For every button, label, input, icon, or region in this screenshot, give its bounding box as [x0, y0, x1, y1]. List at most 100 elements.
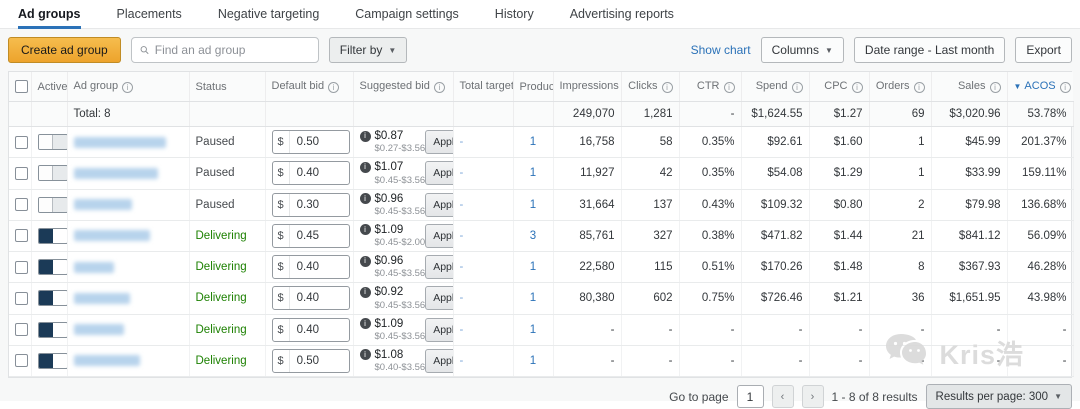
- active-toggle[interactable]: [38, 165, 68, 181]
- apply-button[interactable]: Apply: [425, 130, 453, 154]
- default-bid-input[interactable]: $: [272, 349, 350, 373]
- apply-button[interactable]: Apply: [425, 255, 453, 279]
- total-targets-link[interactable]: -: [460, 230, 464, 242]
- apply-button[interactable]: Apply: [425, 318, 453, 342]
- products-link[interactable]: 1: [530, 292, 536, 304]
- products-link[interactable]: 1: [530, 199, 536, 211]
- products-link[interactable]: 1: [530, 324, 536, 336]
- header-orders[interactable]: Ordersi: [869, 72, 931, 102]
- header-suggested_bid[interactable]: Suggested bidi: [353, 72, 453, 102]
- total-targets-link[interactable]: -: [460, 324, 464, 336]
- products-link[interactable]: 1: [530, 167, 536, 179]
- tab-placements[interactable]: Placements: [117, 0, 182, 29]
- row-checkbox[interactable]: [15, 261, 28, 274]
- products-link[interactable]: 3: [530, 230, 536, 242]
- tab-ad-groups[interactable]: Ad groups: [18, 0, 81, 29]
- export-button[interactable]: Export: [1015, 37, 1072, 63]
- date-range-button[interactable]: Date range - Last month: [854, 37, 1005, 63]
- columns-button[interactable]: Columns▼: [761, 37, 844, 63]
- create-ad-group-button[interactable]: Create ad group: [8, 37, 121, 63]
- active-toggle[interactable]: [38, 290, 68, 306]
- apply-button[interactable]: Apply: [425, 161, 453, 185]
- bid-value-input[interactable]: [290, 355, 340, 367]
- default-bid-input[interactable]: $: [272, 130, 350, 154]
- products-link[interactable]: 1: [530, 136, 536, 148]
- active-toggle[interactable]: [38, 228, 68, 244]
- tab-campaign-settings[interactable]: Campaign settings: [355, 0, 459, 29]
- tab-negative-targeting[interactable]: Negative targeting: [218, 0, 319, 29]
- bid-value-input[interactable]: [290, 292, 340, 304]
- header-clicks[interactable]: Clicksi: [621, 72, 679, 102]
- page-number-input[interactable]: [737, 385, 764, 408]
- ad-group-name[interactable]: [74, 262, 114, 273]
- ad-group-name[interactable]: [74, 199, 132, 210]
- ad-group-name[interactable]: [74, 168, 158, 179]
- tab-history[interactable]: History: [495, 0, 534, 29]
- apply-button[interactable]: Apply: [425, 349, 453, 373]
- header-sales[interactable]: Salesi: [931, 72, 1007, 102]
- ad-group-name[interactable]: [74, 355, 140, 366]
- row-checkbox[interactable]: [15, 323, 28, 336]
- select-all-checkbox[interactable]: [15, 80, 28, 93]
- total-targets-link[interactable]: -: [460, 167, 464, 179]
- header-impressions[interactable]: Impressionsi: [553, 72, 621, 102]
- total-targets-link[interactable]: -: [460, 292, 464, 304]
- total-targets-link[interactable]: -: [460, 199, 464, 211]
- header-total_targets[interactable]: Total targetsi: [453, 72, 513, 102]
- apply-button[interactable]: Apply: [425, 224, 453, 248]
- ad-group-name[interactable]: [74, 230, 150, 241]
- row-checkbox[interactable]: [15, 167, 28, 180]
- next-page-button[interactable]: ›: [802, 385, 824, 408]
- row-checkbox[interactable]: [15, 354, 28, 367]
- active-toggle[interactable]: [38, 134, 68, 150]
- header-cpc[interactable]: CPCi: [809, 72, 869, 102]
- total-targets-link[interactable]: -: [460, 136, 464, 148]
- ad-group-name[interactable]: [74, 137, 166, 148]
- prev-page-button[interactable]: ‹: [772, 385, 794, 408]
- search-box[interactable]: [131, 37, 319, 63]
- products-link[interactable]: 1: [530, 355, 536, 367]
- tab-advertising-reports[interactable]: Advertising reports: [570, 0, 674, 29]
- results-per-page-button[interactable]: Results per page: 300▼: [926, 384, 1072, 409]
- header-spend[interactable]: Spendi: [741, 72, 809, 102]
- default-bid-input[interactable]: $: [272, 286, 350, 310]
- search-input[interactable]: [155, 43, 310, 57]
- header-ctr[interactable]: CTRi: [679, 72, 741, 102]
- default-bid-input[interactable]: $: [272, 318, 350, 342]
- bid-value-input[interactable]: [290, 167, 340, 179]
- active-toggle[interactable]: [38, 322, 68, 338]
- row-checkbox[interactable]: [15, 229, 28, 242]
- header-checkbox[interactable]: [9, 72, 31, 102]
- header-status[interactable]: Status: [189, 72, 265, 102]
- bid-value-input[interactable]: [290, 136, 340, 148]
- active-toggle[interactable]: [38, 259, 68, 275]
- default-bid-input[interactable]: $: [272, 255, 350, 279]
- cell-acos: 159.11%: [1007, 158, 1073, 189]
- row-checkbox[interactable]: [15, 136, 28, 149]
- total-targets-link[interactable]: -: [460, 261, 464, 273]
- default-bid-input[interactable]: $: [272, 161, 350, 185]
- row-checkbox[interactable]: [15, 292, 28, 305]
- apply-button[interactable]: Apply: [425, 286, 453, 310]
- filter-by-button[interactable]: Filter by▼: [329, 37, 408, 63]
- header-default_bid[interactable]: Default bidi: [265, 72, 353, 102]
- header-ad_group[interactable]: Ad groupi: [67, 72, 189, 102]
- products-link[interactable]: 1: [530, 261, 536, 273]
- total-targets-link[interactable]: -: [460, 355, 464, 367]
- bid-value-input[interactable]: [290, 199, 340, 211]
- bid-value-input[interactable]: [290, 230, 340, 242]
- apply-button[interactable]: Apply: [425, 193, 453, 217]
- default-bid-input[interactable]: $: [272, 193, 350, 217]
- header-active[interactable]: Active: [31, 72, 67, 102]
- bid-value-input[interactable]: [290, 261, 340, 273]
- ad-group-name[interactable]: [74, 324, 124, 335]
- active-toggle[interactable]: [38, 197, 68, 213]
- bid-value-input[interactable]: [290, 324, 340, 336]
- header-acos[interactable]: ▼ACOSi: [1007, 72, 1073, 102]
- show-chart-link[interactable]: Show chart: [691, 43, 751, 57]
- active-toggle[interactable]: [38, 353, 68, 369]
- default-bid-input[interactable]: $: [272, 224, 350, 248]
- header-products[interactable]: Products: [513, 72, 553, 102]
- row-checkbox[interactable]: [15, 198, 28, 211]
- ad-group-name[interactable]: [74, 293, 130, 304]
